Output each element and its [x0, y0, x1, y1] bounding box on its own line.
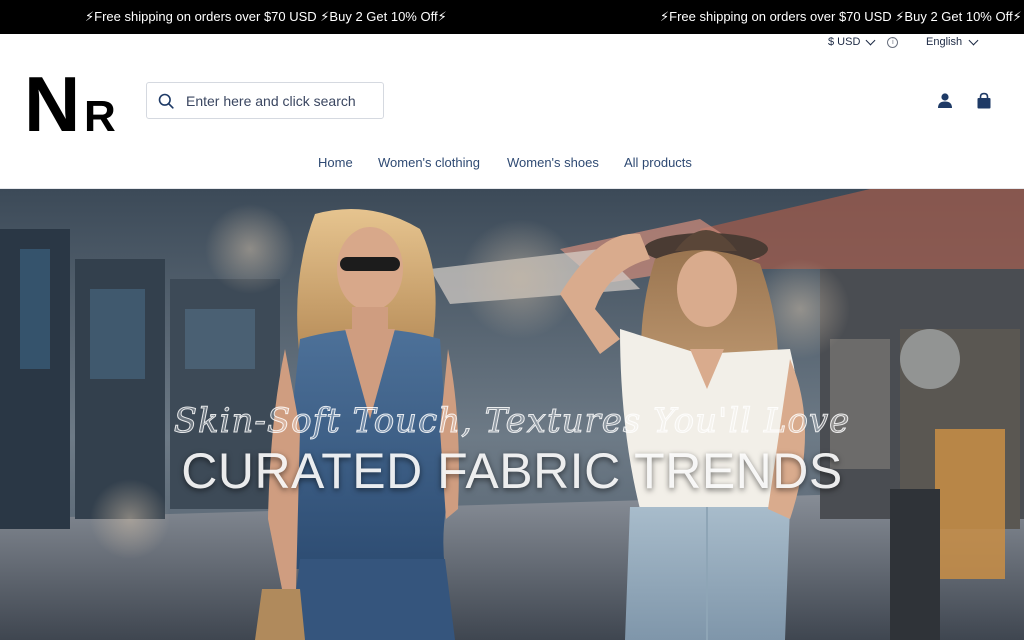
info-icon[interactable]: i	[887, 36, 899, 48]
language-label: English	[926, 36, 963, 48]
utility-bar: $ USD i English	[0, 35, 1024, 51]
announcement-message: ⚡Free shipping on orders over $70 USD ⚡B…	[85, 9, 447, 24]
nav-item-home[interactable]: Home	[318, 155, 353, 170]
logo-mark: N R	[24, 60, 116, 148]
language-selector[interactable]: English	[926, 35, 979, 48]
store-logo[interactable]: N R	[24, 60, 120, 148]
currency-label: $ USD	[828, 36, 861, 48]
hero-tagline: Skin-Soft Touch, Textures You'll Love	[173, 401, 851, 442]
chevron-down-icon	[865, 35, 876, 46]
search-icon[interactable]	[158, 93, 174, 109]
hero-banner[interactable]: Skin-Soft Touch, Textures You'll Love CU…	[0, 189, 1024, 640]
search-box[interactable]	[146, 82, 384, 119]
nav-item-all-products[interactable]: All products	[624, 155, 692, 170]
account-icon[interactable]	[936, 92, 954, 110]
currency-selector[interactable]: $ USD i	[828, 35, 899, 48]
announcement-message: ⚡Free shipping on orders over $70 USD ⚡B…	[660, 9, 1022, 24]
cart-icon[interactable]	[975, 92, 993, 110]
announcement-bar: ⚡Free shipping on orders over $70 USD ⚡B…	[0, 0, 1024, 34]
nav-item-womens-shoes[interactable]: Women's shoes	[507, 155, 599, 170]
chevron-down-icon	[968, 35, 979, 46]
nav-item-womens-clothing[interactable]: Women's clothing	[378, 155, 480, 170]
logo-letter-n: N	[26, 70, 80, 132]
hero-headline: CURATED FABRIC TRENDS	[181, 443, 843, 499]
logo-letter-r: R	[84, 92, 116, 132]
main-nav: Home Women's clothing Women's shoes All …	[0, 155, 1024, 175]
search-input[interactable]	[184, 91, 378, 110]
